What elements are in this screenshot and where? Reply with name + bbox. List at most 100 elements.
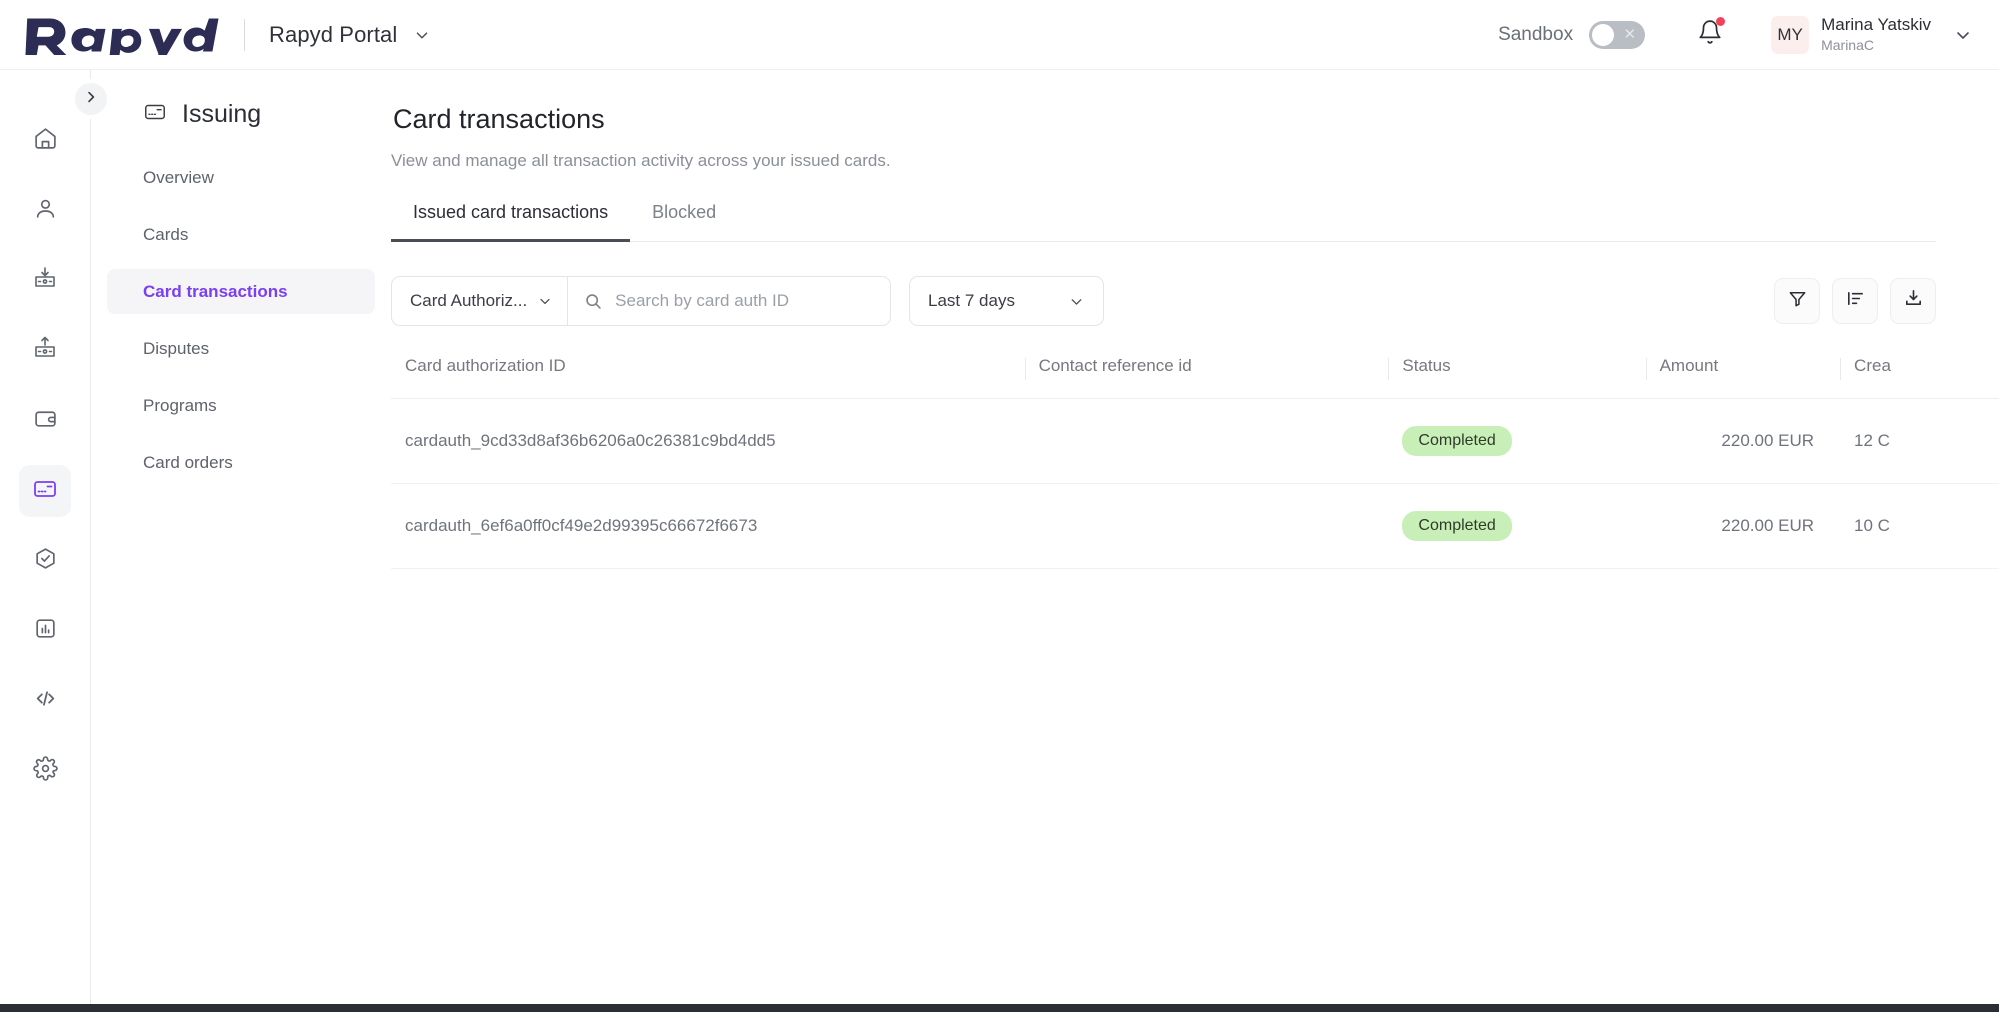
column-header-amount[interactable]: Amount [1646, 356, 1840, 399]
sidebar-item-label: Disputes [143, 339, 209, 359]
sidebar-item-label: Cards [143, 225, 188, 245]
table-row[interactable]: cardauth_6ef6a0ff0cf49e2d99395c66672f667… [391, 484, 1999, 569]
sidebar-item-cards[interactable]: Cards [107, 212, 375, 257]
wallet-icon [33, 406, 58, 436]
column-header-card-authorization-id[interactable]: Card authorization ID [391, 356, 1025, 399]
cell-card-authorization-id: cardauth_6ef6a0ff0cf49e2d99395c66672f667… [391, 484, 1025, 569]
avatar: MY [1771, 16, 1809, 54]
cell-amount: 220.00 EUR [1646, 399, 1840, 484]
top-bar-right: Sandbox ✕ MY Marina Yatskiv MarinaC [1498, 15, 1999, 54]
filter-funnel-icon [1787, 288, 1808, 314]
section-nav-items: Overview Cards Card transactions Dispute… [91, 155, 391, 485]
page-subtitle: View and manage all transaction activity… [391, 151, 1999, 171]
filter-button[interactable] [1774, 278, 1820, 324]
sidebar-item-overview[interactable]: Overview [107, 155, 375, 200]
horizontal-scrollbar[interactable] [0, 1004, 1999, 1012]
cell-text: 12 C [1840, 431, 1999, 451]
table-row[interactable]: cardauth_9cd33d8af36b6206a0c26381c9bd4dd… [391, 399, 1999, 484]
cell-text: cardauth_9cd33d8af36b6206a0c26381c9bd4dd… [391, 431, 1025, 451]
search-icon [584, 292, 603, 311]
analytics-icon [33, 616, 58, 646]
rail-item-customers[interactable] [19, 185, 71, 237]
tab-bar: Issued card transactions Blocked [391, 201, 1936, 242]
sidebar-item-label: Card transactions [143, 282, 288, 302]
rail-item-home[interactable] [19, 115, 71, 167]
user-menu[interactable]: MY Marina Yatskiv MarinaC [1771, 15, 1973, 54]
search-field-select-value: Card Authoriz... [410, 291, 527, 311]
verify-shield-icon [33, 546, 58, 576]
column-label: Contact reference id [1025, 356, 1389, 376]
column-header-created[interactable]: Crea [1840, 356, 1999, 399]
sidebar-item-label: Programs [143, 396, 217, 416]
card-icon [143, 100, 167, 129]
rail-item-verify[interactable] [19, 535, 71, 587]
chevron-down-icon[interactable] [413, 26, 431, 44]
sandbox-label: Sandbox [1498, 24, 1573, 46]
column-label: Crea [1840, 356, 1999, 376]
card-icon [32, 476, 58, 507]
home-icon [33, 126, 58, 156]
user-handle: MarinaC [1821, 37, 1931, 54]
cell-created: 10 C [1840, 484, 1999, 569]
rail-item-developers[interactable] [19, 675, 71, 727]
sandbox-toggle[interactable]: ✕ [1589, 21, 1645, 49]
cell-text: 10 C [1840, 516, 1999, 536]
tab-blocked[interactable]: Blocked [630, 202, 738, 242]
sidebar-item-label: Overview [143, 168, 214, 188]
user-text: Marina Yatskiv MarinaC [1821, 15, 1931, 54]
sidebar-collapse-button[interactable] [74, 82, 108, 116]
top-bar: Rapyd Portal Sandbox ✕ MY [0, 0, 1999, 70]
search-field[interactable] [568, 291, 890, 311]
status-badge: Completed [1402, 511, 1511, 541]
rail-item-collect[interactable] [19, 255, 71, 307]
date-range-select[interactable]: Last 7 days [909, 276, 1104, 326]
section-title: Issuing [91, 100, 391, 129]
rail-item-analytics[interactable] [19, 605, 71, 657]
transactions-table: Card authorization ID Contact reference … [391, 356, 1999, 569]
chevron-right-icon [83, 89, 99, 110]
sidebar-item-programs[interactable]: Programs [107, 383, 375, 428]
rail-item-settings[interactable] [19, 745, 71, 797]
cell-contact-reference-id [1025, 399, 1389, 484]
notifications-button[interactable] [1697, 19, 1723, 50]
section-title-label: Issuing [182, 100, 261, 129]
sort-lines-icon [1845, 288, 1866, 314]
column-header-status[interactable]: Status [1388, 356, 1645, 399]
search-field-select[interactable]: Card Authoriz... [392, 277, 568, 325]
chevron-down-icon [1068, 293, 1085, 310]
column-label: Status [1388, 356, 1645, 376]
rapyd-logo[interactable] [22, 15, 222, 55]
filter-bar: Card Authoriz... Last 7 days [391, 276, 1936, 326]
portal-name: Rapyd Portal [269, 22, 397, 48]
payout-icon [32, 336, 58, 367]
rail-item-issuing[interactable] [19, 465, 71, 517]
status-badge: Completed [1402, 426, 1511, 456]
sidebar-item-card-orders[interactable]: Card orders [107, 440, 375, 485]
cell-status: Completed [1388, 399, 1645, 484]
rail-item-wallets[interactable] [19, 395, 71, 447]
person-icon [33, 196, 58, 226]
sidebar-item-disputes[interactable]: Disputes [107, 326, 375, 371]
sidebar-item-label: Card orders [143, 453, 233, 473]
developers-code-icon [33, 686, 58, 716]
settings-gear-icon [33, 756, 58, 786]
tab-issued-card-transactions[interactable]: Issued card transactions [391, 202, 630, 242]
cell-contact-reference-id [1025, 484, 1389, 569]
brand-area: Rapyd Portal [0, 15, 431, 55]
table-header: Card authorization ID Contact reference … [391, 356, 1999, 399]
rail-item-payouts[interactable] [19, 325, 71, 377]
app-root: Rapyd Portal Sandbox ✕ MY [0, 0, 1999, 1012]
chevron-down-icon[interactable] [1953, 25, 1973, 45]
sidebar-item-card-transactions[interactable]: Card transactions [107, 269, 375, 314]
column-header-contact-reference-id[interactable]: Contact reference id [1025, 356, 1389, 399]
collect-icon [32, 266, 58, 297]
sort-button[interactable] [1832, 278, 1878, 324]
toggle-knob [1592, 24, 1614, 46]
table-action-buttons [1774, 278, 1936, 324]
download-button[interactable] [1890, 278, 1936, 324]
main-content: Card transactions View and manage all tr… [391, 70, 1999, 1012]
search-input[interactable] [615, 291, 874, 311]
download-icon [1903, 288, 1924, 314]
brand-divider [244, 19, 245, 51]
column-label: Amount [1646, 356, 1840, 376]
